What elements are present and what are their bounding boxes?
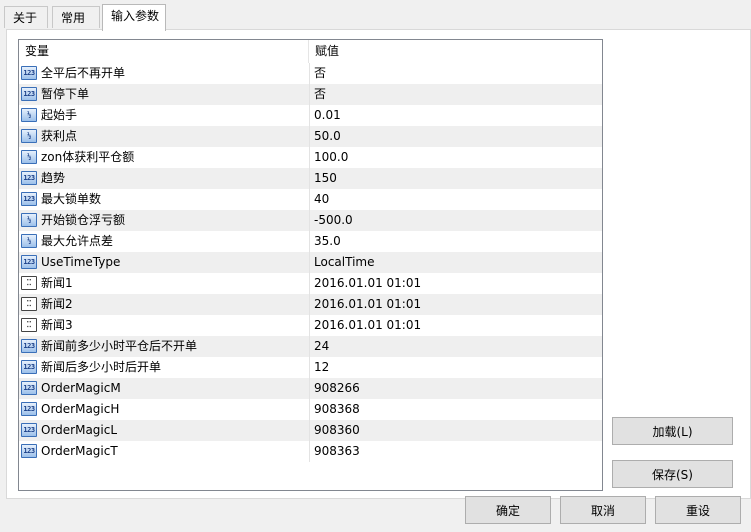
parameter-row[interactable]: 123 新闻后多少小时后开单 12 — [19, 357, 602, 378]
parameter-name: 获利点 — [41, 129, 78, 143]
parameter-value[interactable]: 150 — [309, 168, 602, 189]
parameter-name: OrderMagicL — [41, 423, 118, 437]
parameter-name: OrderMagicH — [41, 402, 120, 416]
parameter-name: 全平后不再开单 — [41, 66, 126, 80]
parameter-value[interactable]: 2016.01.01 01:01 — [309, 315, 602, 336]
parameter-name: 新闻3 — [41, 318, 73, 332]
parameter-rows: 123 全平后不再开单否 123 暂停下单否 ½ 起始手 0.01 ½ 获利点 50.0 ½ zon体… — [19, 63, 602, 462]
parameter-name: 起始手 — [41, 108, 78, 122]
cancel-button[interactable]: 取消 — [560, 496, 646, 524]
parameter-row[interactable]: 123 OrderMagicH 908368 — [19, 399, 602, 420]
parameter-row[interactable]: 123 新闻前多少小时平仓后不开单 24 — [19, 336, 602, 357]
parameter-name: 新闻前多少小时平仓后不开单 — [41, 339, 198, 353]
integer-type-icon: 123 — [21, 66, 37, 80]
parameter-row[interactable]: 123 OrderMagicT 908363 — [19, 441, 602, 462]
parameter-name: 新闻1 — [41, 276, 73, 290]
parameter-name: 新闻后多少小时后开单 — [41, 360, 162, 374]
ok-button[interactable]: 确定 — [465, 496, 551, 524]
parameter-value[interactable]: 908266 — [309, 378, 602, 399]
parameter-value[interactable]: LocalTime — [309, 252, 602, 273]
integer-type-icon: 123 — [21, 423, 37, 437]
parameter-row[interactable]: 123 暂停下单 否 — [19, 84, 602, 105]
parameter-value[interactable]: 24 — [309, 336, 602, 357]
parameter-row[interactable]: ½ 开始锁仓浮亏额 -500.0 — [19, 210, 602, 231]
datetime-type-icon: ⁚⁚ — [21, 318, 37, 332]
parameter-name: UseTimeType — [41, 255, 121, 269]
parameter-row[interactable]: 123 全平后不再开单 否 — [19, 63, 602, 84]
parameter-value[interactable]: 否 — [309, 84, 602, 105]
parameters-grid[interactable]: 变量 赋值 123 全平后不再开单否 123 暂停下单否 ½ 起始手 0.01 ½ 获利点 50.… — [18, 39, 603, 491]
double-type-icon: ½ — [21, 129, 37, 143]
parameter-name: OrderMagicT — [41, 444, 118, 458]
parameter-row[interactable]: ½ 起始手 0.01 — [19, 105, 602, 126]
parameter-name: zon体获利平仓额 — [41, 150, 135, 164]
parameter-name: OrderMagicM — [41, 381, 121, 395]
integer-type-icon: 123 — [21, 87, 37, 101]
integer-type-icon: 123 — [21, 192, 37, 206]
parameter-row[interactable]: ½ zon体获利平仓额 100.0 — [19, 147, 602, 168]
parameter-row[interactable]: ⁚⁚ 新闻3 2016.01.01 01:01 — [19, 315, 602, 336]
double-type-icon: ½ — [21, 150, 37, 164]
parameter-value[interactable]: 50.0 — [309, 126, 602, 147]
integer-type-icon: 123 — [21, 339, 37, 353]
parameter-value[interactable]: 否 — [309, 63, 602, 84]
parameter-value[interactable]: 12 — [309, 357, 602, 378]
parameter-name: 最大允许点差 — [41, 234, 114, 248]
parameter-value[interactable]: 35.0 — [309, 231, 602, 252]
column-header-value[interactable]: 赋值 — [309, 40, 600, 63]
integer-type-icon: 123 — [21, 402, 37, 416]
parameter-value[interactable]: 908360 — [309, 420, 602, 441]
double-type-icon: ½ — [21, 234, 37, 248]
integer-type-icon: 123 — [21, 171, 37, 185]
save-button[interactable]: 保存(S) — [612, 460, 733, 488]
reset-button[interactable]: 重设 — [655, 496, 741, 524]
load-button[interactable]: 加载(L) — [612, 417, 733, 445]
grid-header: 变量 赋值 — [19, 40, 602, 63]
parameter-row[interactable]: 123 趋势 150 — [19, 168, 602, 189]
parameter-row[interactable]: 123 UseTimeType LocalTime — [19, 252, 602, 273]
parameter-value[interactable]: 40 — [309, 189, 602, 210]
parameter-value[interactable]: 908363 — [309, 441, 602, 462]
parameter-row[interactable]: 123 OrderMagicM 908266 — [19, 378, 602, 399]
parameter-name: 开始锁仓浮亏额 — [41, 213, 126, 227]
parameter-row[interactable]: ½ 最大允许点差 35.0 — [19, 231, 602, 252]
parameter-value[interactable]: 2016.01.01 01:01 — [309, 273, 602, 294]
integer-type-icon: 123 — [21, 360, 37, 374]
parameter-value[interactable]: 100.0 — [309, 147, 602, 168]
datetime-type-icon: ⁚⁚ — [21, 297, 37, 311]
parameter-value[interactable]: 2016.01.01 01:01 — [309, 294, 602, 315]
parameter-value[interactable]: -500.0 — [309, 210, 602, 231]
parameter-row[interactable]: ½ 获利点 50.0 — [19, 126, 602, 147]
parameter-row[interactable]: 123 最大锁单数 40 — [19, 189, 602, 210]
integer-type-icon: 123 — [21, 381, 37, 395]
datetime-type-icon: ⁚⁚ — [21, 276, 37, 290]
double-type-icon: ½ — [21, 108, 37, 122]
tab-inputs[interactable]: 输入参数 — [102, 4, 166, 31]
tab-about[interactable]: 关于 — [4, 6, 48, 28]
parameter-name: 暂停下单 — [41, 87, 90, 101]
double-type-icon: ½ — [21, 213, 37, 227]
parameter-name: 最大锁单数 — [41, 192, 102, 206]
parameter-name: 新闻2 — [41, 297, 73, 311]
tab-common[interactable]: 常用 — [52, 6, 100, 28]
parameter-value[interactable]: 0.01 — [309, 105, 602, 126]
integer-type-icon: 123 — [21, 255, 37, 269]
integer-type-icon: 123 — [21, 444, 37, 458]
parameter-value[interactable]: 908368 — [309, 399, 602, 420]
parameter-row[interactable]: ⁚⁚ 新闻1 2016.01.01 01:01 — [19, 273, 602, 294]
parameter-row[interactable]: ⁚⁚ 新闻2 2016.01.01 01:01 — [19, 294, 602, 315]
parameter-row[interactable]: 123 OrderMagicL 908360 — [19, 420, 602, 441]
parameter-name: 趋势 — [41, 171, 66, 185]
column-header-variable[interactable]: 变量 — [19, 40, 309, 63]
